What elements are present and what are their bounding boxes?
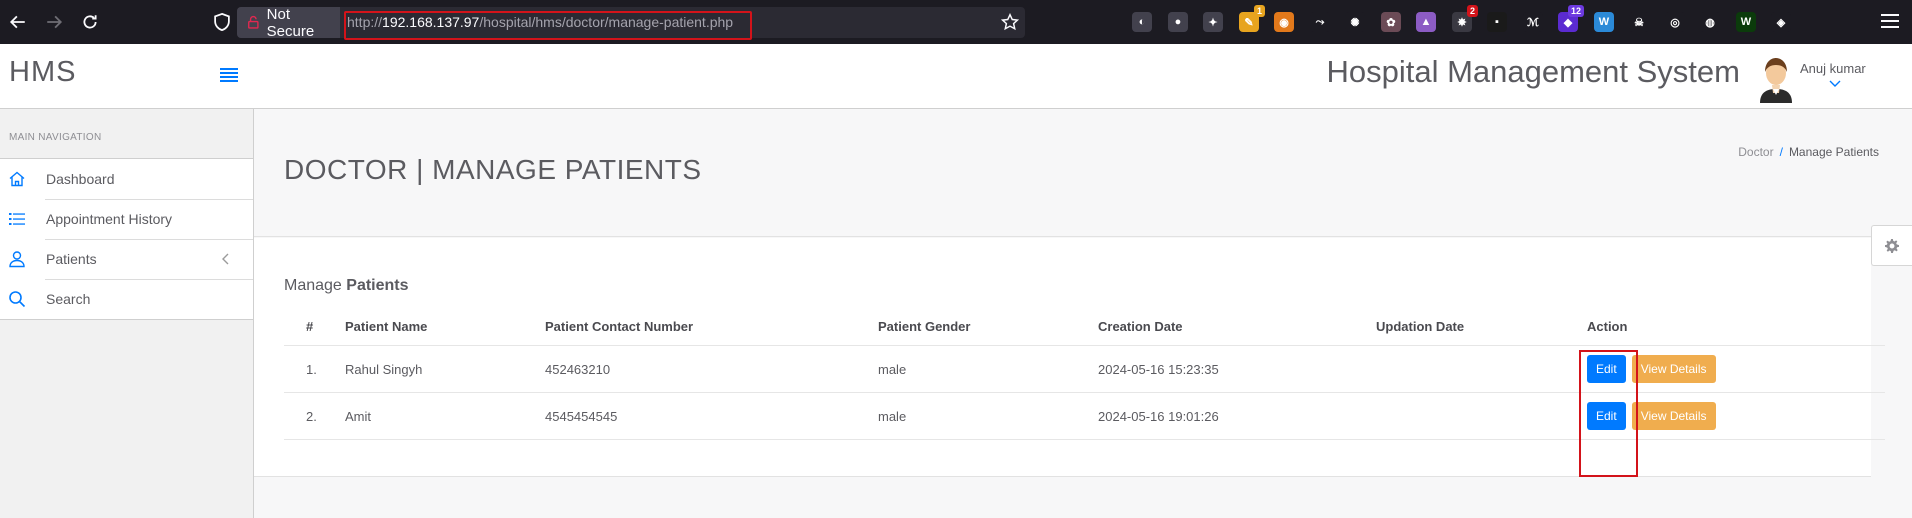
panel-title-bold: Patients	[346, 277, 409, 294]
row-number: 2.	[306, 408, 317, 424]
list-icon	[9, 213, 25, 225]
app: HMS MAIN NAVIGATION Dashboard Appointmen…	[0, 44, 1912, 518]
action-annotation-box	[1579, 350, 1638, 477]
ext-green-icon[interactable]: W	[1736, 12, 1756, 32]
view-details-button[interactable]: View Details	[1631, 355, 1716, 383]
pocket-icon[interactable]: ◐	[1132, 12, 1152, 32]
ext-target-icon[interactable]: ◎	[1665, 12, 1685, 32]
column-header-creation-date: Creation Date	[1098, 319, 1183, 334]
shield-icon[interactable]	[212, 12, 232, 32]
system-title: Hospital Management System	[1326, 54, 1740, 89]
ext-skull-icon[interactable]: ☠	[1629, 12, 1649, 32]
reload-icon	[83, 15, 97, 29]
ext-paw-icon[interactable]: ✿	[1381, 12, 1401, 32]
browser-toolbar: Not Secure http://192.168.137.97/hospita…	[0, 0, 1912, 44]
ext-w-icon[interactable]: W	[1594, 12, 1614, 32]
ext-twelve-icon[interactable]: ◆ 12	[1558, 5, 1584, 32]
bookmark-star-icon[interactable]	[1001, 13, 1019, 31]
sidebar: HMS MAIN NAVIGATION Dashboard Appointmen…	[0, 44, 254, 518]
gear-icon	[1885, 238, 1899, 253]
panel-title: Manage Patients	[284, 277, 409, 295]
table-row: 2. Amit 4545454545 male 2024-05-16 19:01…	[284, 393, 1885, 440]
chevron-down-icon[interactable]	[1828, 78, 1842, 88]
ext-link-icon[interactable]: ⤳	[1310, 12, 1330, 32]
security-label: Not Secure	[266, 5, 315, 40]
sidebar-item-label: Appointment History	[46, 211, 173, 227]
patient-contact: 452463210	[545, 361, 611, 377]
column-header-updation-date: Updation Date	[1376, 319, 1465, 334]
sidebar-item-appointment-history[interactable]: Appointment History	[0, 199, 253, 239]
avatar[interactable]	[1756, 55, 1796, 103]
unlocked-icon	[248, 15, 259, 29]
sidebar-item-search[interactable]: Search	[0, 279, 253, 319]
patient-name: Amit	[345, 408, 371, 424]
sidebar-item-patients[interactable]: Patients	[0, 239, 253, 279]
ext-globe-icon[interactable]: ◍	[1700, 12, 1720, 32]
user-name[interactable]: Anuj kumar	[1800, 61, 1866, 76]
creation-date: 2024-05-16 15:23:35	[1098, 361, 1219, 377]
column-header-number: #	[306, 319, 314, 334]
arrow-left-icon	[9, 15, 25, 29]
extension-badge: 1	[1253, 5, 1265, 17]
nav-menu: Dashboard Appointment History Patients S…	[0, 158, 253, 320]
extensions-icon[interactable]: ✦	[1203, 12, 1223, 32]
account-icon[interactable]: ●	[1168, 12, 1188, 32]
sidebar-toggle-icon[interactable]	[220, 68, 238, 82]
extension-badge: 12	[1567, 5, 1584, 17]
user-icon	[9, 251, 25, 268]
sidebar-item-label: Patients	[46, 251, 97, 267]
ext-orange-icon[interactable]: ✎ 1	[1239, 5, 1265, 32]
breadcrumb-separator: /	[1779, 145, 1783, 159]
sidebar-item-dashboard[interactable]: Dashboard	[0, 159, 253, 199]
column-header-contact: Patient Contact Number	[545, 319, 694, 334]
ext-red-badge-icon[interactable]: ✸ 2	[1452, 5, 1478, 32]
forward-button[interactable]	[42, 10, 66, 34]
page-header: DOCTOR | MANAGE PATIENTS Doctor / Manage P…	[254, 109, 1912, 237]
ext-dark-red-icon[interactable]: ▪	[1487, 12, 1507, 32]
ext-puzzle-icon[interactable]: ◈	[1771, 12, 1791, 32]
patient-gender: male	[878, 408, 907, 424]
table-header: # Patient Name Patient Contact Number Pa…	[284, 308, 1885, 346]
panel-title-light: Manage	[284, 277, 342, 294]
column-header-gender: Patient Gender	[878, 319, 971, 334]
home-icon	[9, 171, 25, 187]
top-header: Hospital Management System Anuj kumar	[254, 44, 1912, 109]
page-title: DOCTOR | MANAGE PATIENTS	[284, 154, 702, 185]
url-annotation-box	[344, 11, 752, 40]
ext-cookie-icon[interactable]: ✺	[1345, 12, 1365, 32]
ext-wappalyzer-icon[interactable]: ℳ	[1523, 12, 1543, 32]
breadcrumb-current: Manage Patients	[1788, 145, 1879, 159]
reload-button[interactable]	[78, 10, 102, 34]
sidebar-item-label: Search	[46, 291, 91, 307]
view-details-button[interactable]: View Details	[1631, 402, 1716, 430]
nav-section-title: MAIN NAVIGATION	[9, 132, 102, 143]
breadcrumb-parent[interactable]: Doctor	[1738, 145, 1773, 159]
row-number: 1.	[306, 361, 317, 377]
browser-menu-button[interactable]	[1881, 14, 1899, 30]
search-icon	[9, 291, 26, 308]
main-content: DOCTOR | MANAGE PATIENTS Doctor / Manage P…	[254, 109, 1912, 518]
table-row: 1. Rahul Singyh 452463210 male 2024-05-1…	[284, 346, 1885, 393]
patient-gender: male	[878, 361, 907, 377]
sidebar-item-label: Dashboard	[46, 171, 115, 187]
patients-table: # Patient Name Patient Contact Number Pa…	[284, 308, 1885, 440]
extension-badge: 2	[1466, 5, 1478, 17]
creation-date: 2024-05-16 19:01:26	[1098, 408, 1219, 424]
column-header-action: Action	[1587, 319, 1628, 334]
brand-logo[interactable]: HMS	[9, 56, 76, 89]
ext-purple-icon[interactable]: ▲	[1416, 12, 1436, 32]
breadcrumb: Doctor / Manage Patients	[1738, 145, 1879, 159]
ext-fox-icon[interactable]: ◉	[1274, 12, 1294, 32]
patient-name: Rahul Singyh	[345, 361, 423, 377]
settings-toggle[interactable]	[1871, 225, 1912, 266]
back-button[interactable]	[6, 10, 30, 34]
column-header-name: Patient Name	[345, 319, 428, 334]
brand-bar: HMS	[0, 44, 254, 109]
patient-contact: 4545454545	[545, 408, 618, 424]
security-indicator[interactable]: Not Secure	[237, 5, 340, 40]
chevron-left-icon[interactable]	[220, 252, 232, 266]
arrow-right-icon	[47, 15, 63, 29]
